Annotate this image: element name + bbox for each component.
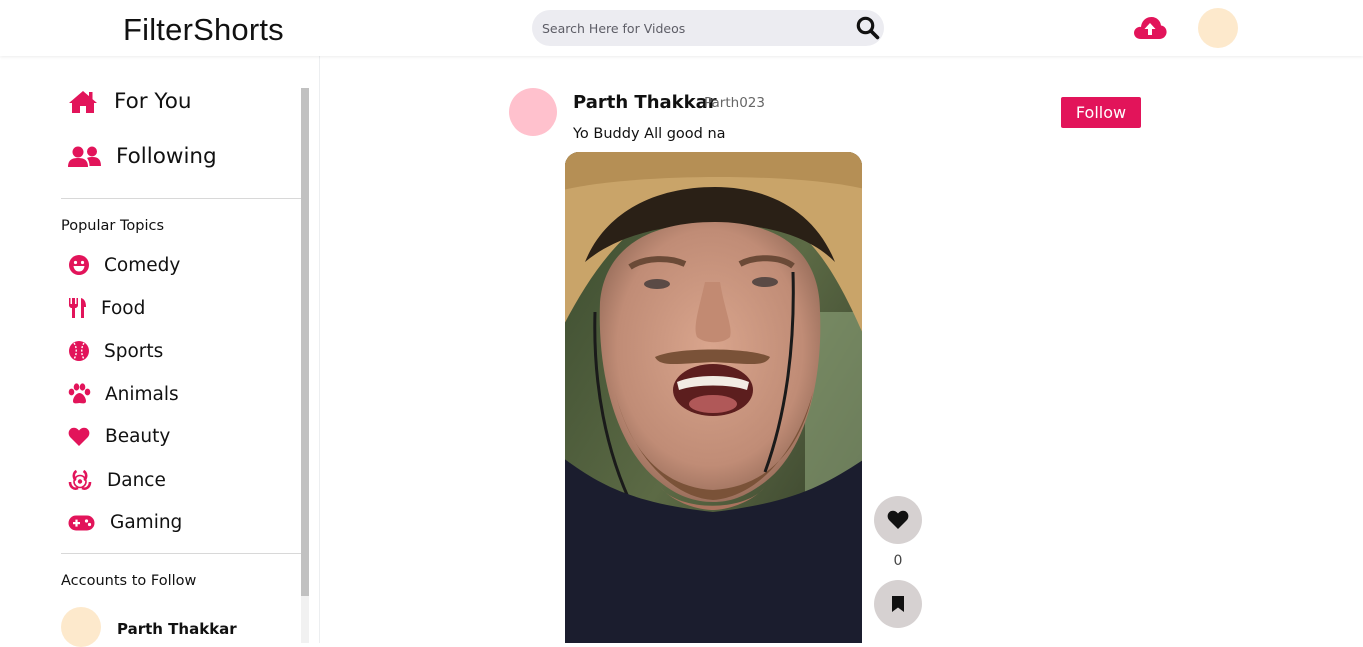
sidebar: For You Following Popular Topics Comedy bbox=[0, 56, 320, 647]
topic-sports[interactable]: Sports bbox=[68, 340, 163, 362]
search-bar bbox=[532, 10, 884, 46]
video-frame bbox=[565, 152, 862, 643]
topic-food[interactable]: Food bbox=[68, 297, 145, 319]
like-count: 0 bbox=[893, 553, 903, 569]
account-avatar[interactable] bbox=[61, 607, 101, 647]
nav-for-you-label: For You bbox=[114, 89, 192, 114]
topic-beauty[interactable]: Beauty bbox=[68, 426, 170, 447]
topic-gaming[interactable]: Gaming bbox=[68, 512, 182, 533]
follow-button[interactable]: Follow bbox=[1061, 97, 1141, 128]
nav-following[interactable]: Following bbox=[68, 144, 217, 169]
topic-sports-label: Sports bbox=[104, 340, 164, 362]
user-avatar[interactable] bbox=[1198, 8, 1238, 48]
paw-icon bbox=[68, 383, 91, 405]
accounts-to-follow-title: Accounts to Follow bbox=[61, 573, 197, 589]
post-author-handle: Parth023 bbox=[704, 95, 765, 111]
bookmark-icon bbox=[892, 596, 904, 612]
topic-dance[interactable]: Dance bbox=[68, 469, 166, 492]
sidebar-divider bbox=[61, 198, 301, 199]
search-icon[interactable] bbox=[855, 15, 881, 41]
baseball-icon bbox=[68, 340, 90, 362]
topic-comedy-label: Comedy bbox=[104, 254, 181, 276]
like-button[interactable] bbox=[874, 496, 922, 544]
top-header: FilterShorts bbox=[0, 0, 1363, 56]
nav-for-you[interactable]: For You bbox=[68, 89, 192, 114]
biohazard-icon bbox=[68, 469, 92, 492]
sidebar-scrollbar-thumb[interactable] bbox=[301, 88, 309, 596]
users-icon bbox=[68, 145, 101, 169]
topic-beauty-label: Beauty bbox=[105, 426, 171, 447]
post-author-name[interactable]: Parth Thakkar bbox=[573, 92, 717, 113]
topic-animals-label: Animals bbox=[105, 383, 179, 405]
smile-icon bbox=[68, 254, 90, 276]
heart-icon bbox=[68, 427, 90, 447]
topic-comedy[interactable]: Comedy bbox=[68, 254, 180, 276]
heart-icon bbox=[887, 510, 909, 529]
topic-gaming-label: Gaming bbox=[110, 512, 183, 533]
video-player[interactable] bbox=[565, 152, 862, 643]
post-author-avatar[interactable] bbox=[509, 88, 557, 136]
search-input[interactable] bbox=[542, 10, 842, 46]
utensils-icon bbox=[68, 297, 88, 319]
app-logo[interactable]: FilterShorts bbox=[123, 12, 284, 48]
home-icon bbox=[68, 90, 98, 114]
topic-animals[interactable]: Animals bbox=[68, 383, 179, 405]
sidebar-divider bbox=[61, 553, 301, 554]
bookmark-button[interactable] bbox=[874, 580, 922, 628]
nav-following-label: Following bbox=[116, 144, 217, 169]
upload-cloud-icon[interactable] bbox=[1133, 15, 1167, 41]
topic-food-label: Food bbox=[101, 297, 146, 319]
topic-dance-label: Dance bbox=[107, 470, 166, 491]
gamepad-icon bbox=[68, 514, 95, 532]
account-name[interactable]: Parth Thakkar bbox=[117, 620, 237, 638]
post-caption: Yo Buddy All good na bbox=[573, 126, 726, 142]
popular-topics-title: Popular Topics bbox=[61, 218, 165, 234]
